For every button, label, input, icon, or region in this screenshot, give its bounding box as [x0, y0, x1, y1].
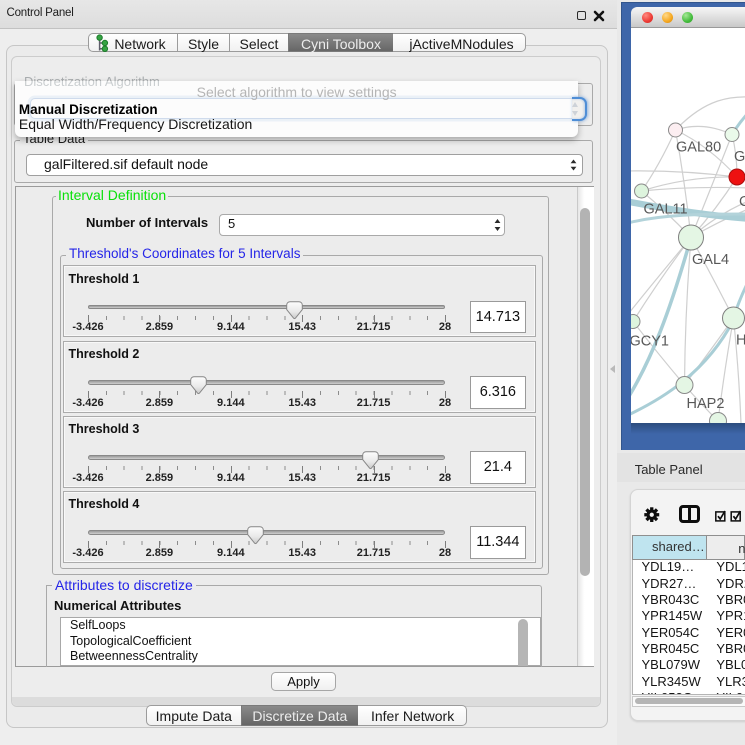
svg-text:GAL4: GAL4 — [692, 252, 729, 268]
svg-text:HAP2: HAP2 — [687, 396, 725, 412]
svg-text:GCY1: GCY1 — [631, 333, 669, 349]
svg-text:GAL80: GAL80 — [676, 139, 721, 155]
svg-text:GAL11: GAL11 — [644, 201, 688, 217]
svg-text:C: C — [739, 194, 745, 210]
svg-text:H: H — [736, 332, 745, 348]
svg-text:GA: GA — [734, 149, 745, 165]
